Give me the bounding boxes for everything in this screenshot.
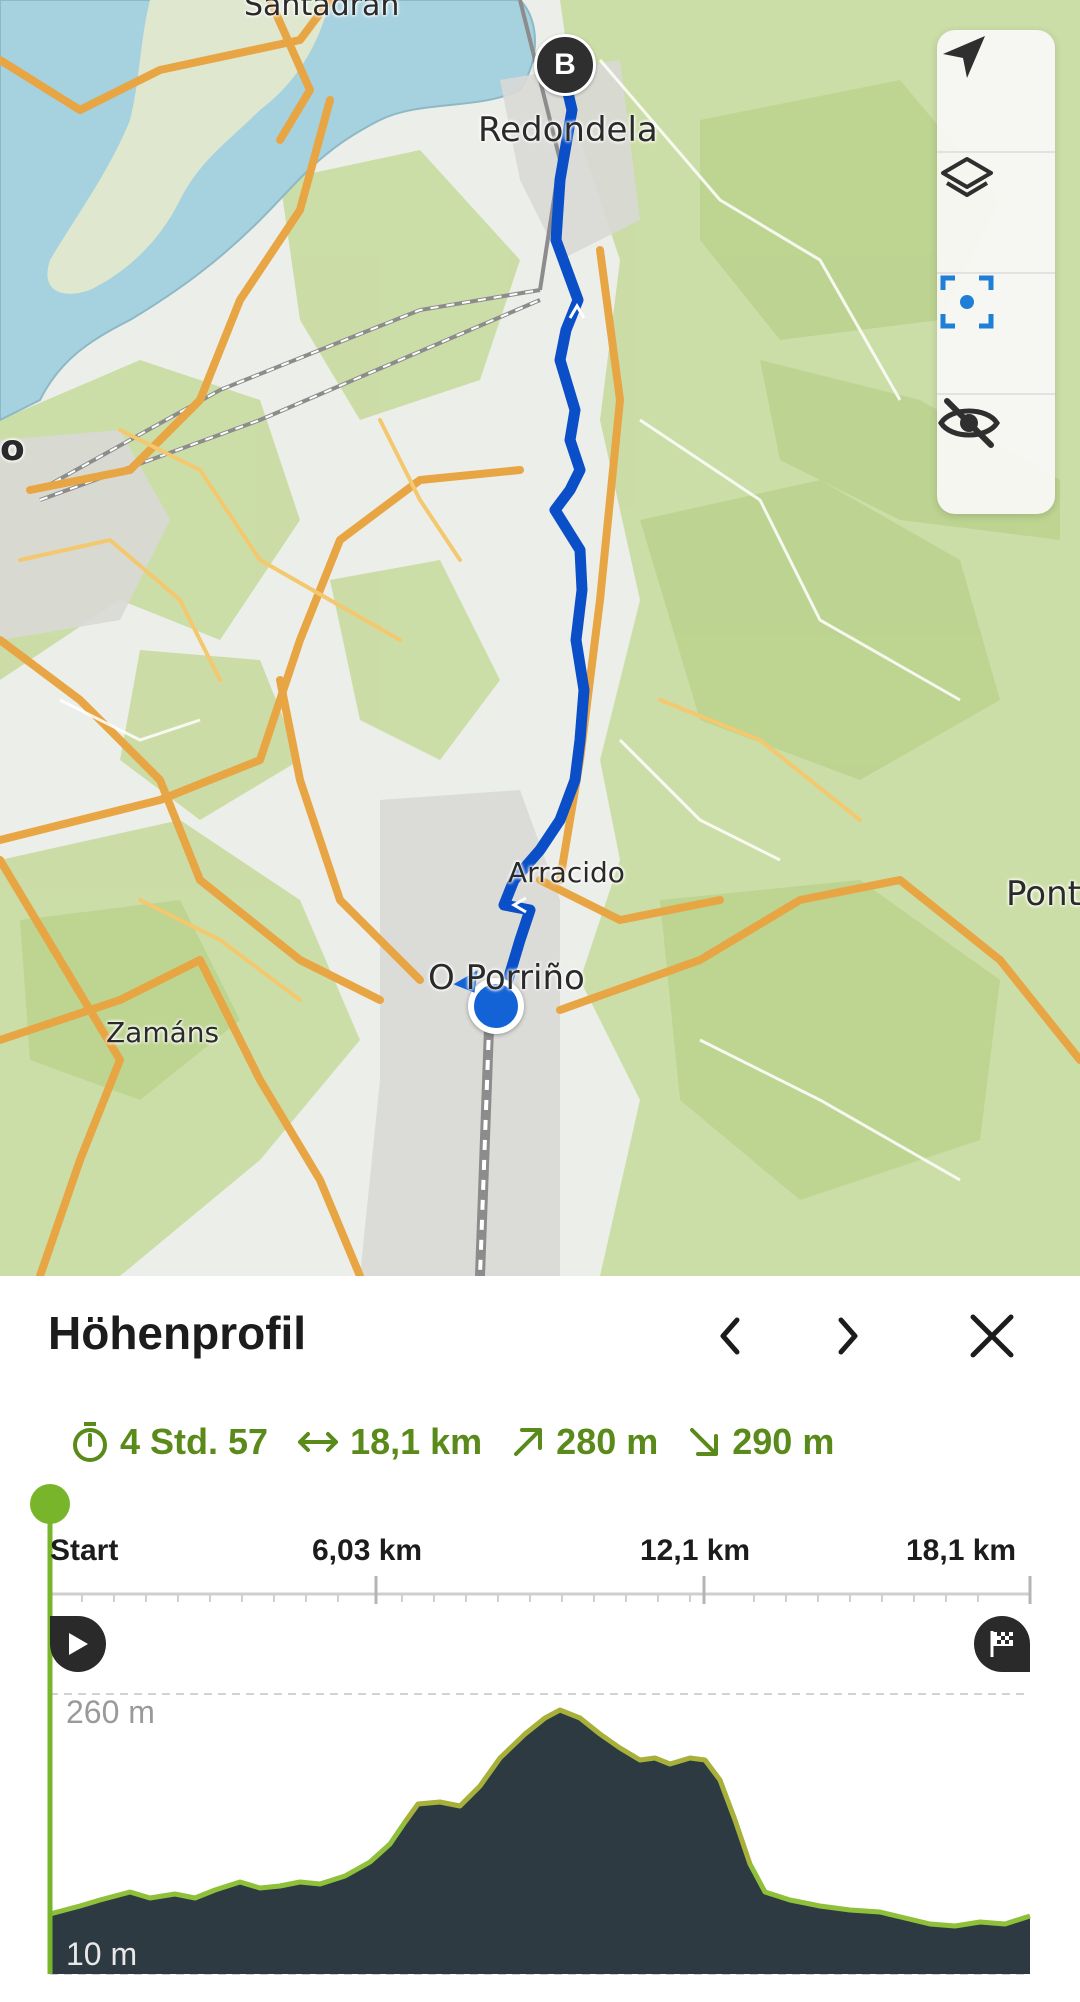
tick-label-18km: 18,1 km — [906, 1534, 1017, 1567]
map-label-zamans: Zamáns — [106, 1016, 220, 1049]
close-button[interactable] — [962, 1308, 1022, 1364]
stopwatch-icon — [73, 1422, 107, 1462]
distance-value: 18,1 km — [350, 1421, 483, 1462]
stat-duration: 4 Std. 57 — [70, 1420, 268, 1464]
tick-label-start: Start — [50, 1534, 119, 1567]
map-label-arracido: Arracido — [508, 856, 625, 889]
map-label-redondela: Redondela — [478, 110, 658, 150]
duration-value: 4 Std. 57 — [120, 1421, 269, 1462]
locate-button[interactable] — [937, 272, 1055, 395]
map-canvas[interactable] — [0, 0, 1080, 1276]
flag-icon — [990, 1631, 1013, 1657]
stat-ascent: 280 m — [510, 1421, 658, 1463]
ascent-icon — [514, 1428, 543, 1456]
map-label-edge: o — [0, 428, 25, 469]
layers-icon — [941, 157, 993, 197]
locate-icon — [940, 275, 994, 329]
navigate-button[interactable] — [937, 30, 1055, 153]
navigate-icon — [943, 36, 985, 78]
elevation-profile[interactable]: Start 6,03 km 12,1 km 18,1 km 260 m 10 m — [0, 1480, 1080, 2002]
next-button[interactable] — [818, 1308, 878, 1364]
hide-button[interactable] — [937, 393, 1055, 514]
elevation-min-label: 10 m — [66, 1936, 138, 1972]
start-marker[interactable] — [50, 1616, 106, 1672]
stat-distance: 18,1 km — [296, 1421, 482, 1463]
route-end-label: B — [554, 48, 576, 81]
tick-label-6km: 6,03 km — [312, 1534, 423, 1567]
hide-icon — [938, 398, 1000, 448]
chevron-left-icon — [720, 1317, 740, 1355]
play-icon — [69, 1633, 88, 1655]
ascent-value: 280 m — [556, 1421, 659, 1462]
panel-title: Höhenprofil — [48, 1307, 307, 1359]
chevron-right-icon — [838, 1317, 858, 1355]
distance-icon — [298, 1432, 339, 1452]
descent-value: 290 m — [732, 1421, 835, 1462]
route-end-marker[interactable]: B — [534, 34, 596, 96]
layers-button[interactable] — [937, 151, 1055, 274]
previous-button[interactable] — [700, 1308, 760, 1364]
map-view[interactable]: B Santadrán Redondela o Arracido Pont O … — [0, 0, 1080, 1276]
tick-label-12km: 12,1 km — [640, 1534, 751, 1567]
map-controls — [937, 30, 1055, 514]
stat-descent: 290 m — [686, 1421, 834, 1463]
descent-icon — [690, 1428, 719, 1456]
close-icon — [970, 1314, 1014, 1358]
finish-marker[interactable] — [974, 1616, 1030, 1672]
map-label-santadran: Santadrán — [244, 0, 400, 23]
route-stats: 4 Std. 57 18,1 km 280 m 290 m — [70, 1414, 862, 1470]
elevation-max-label: 260 m — [66, 1694, 155, 1730]
map-label-pont: Pont — [1006, 874, 1080, 914]
map-label-porrino: O Porriño — [428, 958, 585, 998]
